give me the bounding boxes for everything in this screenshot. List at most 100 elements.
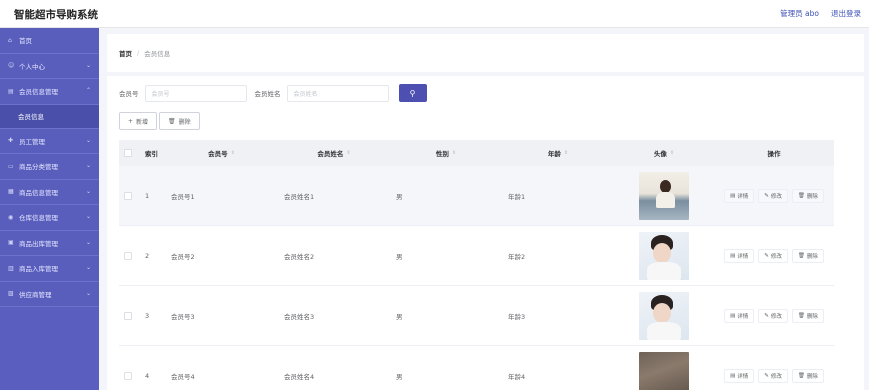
row-checkbox[interactable] [124,191,132,200]
delete-button[interactable]: 🗑 删除 [791,248,824,263]
batch-delete-button[interactable]: 🗑 删除 [159,112,200,130]
delete-button[interactable]: 🗑 删除 [791,308,824,323]
sidebar: ⌂ 首页 ☺ 个人中心 ⌄ ▤ 会员信息管理 ⌃ 会员信息 ✚ 员工管理 ⌄ ▭… [0,28,99,390]
detail-button[interactable]: ▤ 详情 [724,248,755,263]
chevron-down-icon: ⌄ [85,187,91,195]
detail-button-label: 详情 [737,193,749,200]
row-checkbox-cell [119,346,137,390]
sidebar-item-personal-center[interactable]: ☺ 个人中心 ⌄ [0,53,99,79]
main-area: 首页 / 会员信息 会员号 会员号 会员姓名 会员姓名 ⚲ + 新增 🗑 删除 [99,28,869,390]
delete-button[interactable]: 🗑 删除 [791,188,824,203]
sort-icon: ⇕ [451,150,457,156]
plus-icon: + [128,117,134,125]
edit-icon: ✎ [764,192,769,199]
sidebar-item-member-info-management[interactable]: ▤ 会员信息管理 ⌃ [0,79,99,105]
batch-delete-button-label: 删除 [178,118,191,126]
sidebar-item-inbound-management[interactable]: ▥ 商品入库管理 ⌄ [0,256,99,282]
edit-icon: ✎ [764,372,769,379]
header-member-name[interactable]: 会员姓名 ⇕ [278,140,390,166]
member-name-input[interactable]: 会员姓名 [286,84,389,102]
table-header: 索引 会员号 ⇕ 会员姓名 ⇕ 性别 ⇕ 年龄 ⇕ 头像 ⇕ 操作 [119,140,834,166]
avatar-photo-3[interactable] [639,291,689,340]
sort-icon: ⇕ [346,150,351,156]
chevron-down-icon: ⌄ [85,238,91,246]
trash-icon: 🗑 [168,117,176,125]
sidebar-item-label: 首页 [19,37,32,46]
search-button[interactable]: ⚲ [398,84,427,102]
cell-avatar [614,166,714,225]
edit-button[interactable]: ✎ 修改 [758,368,788,383]
top-bar: 智能超市导购系统 管理员 abo 退出登录 [0,0,869,28]
cell-member-no: 会员号2 [171,252,195,261]
cell-gender: 男 [396,192,403,201]
detail-button[interactable]: ▤ 详情 [724,368,755,383]
cell-ops: ▤ 详情 ✎ 修改 🗑 删除 [714,166,834,225]
detail-icon: ▤ [730,312,736,319]
trash-icon: 🗑 [797,312,805,319]
sidebar-item-label: 仓库信息管理 [19,214,58,223]
sidebar-item-home[interactable]: ⌂ 首页 [0,28,99,54]
avatar-head [660,179,671,193]
cell-age: 年龄3 [508,312,526,321]
header-gender-label: 性别 [435,150,449,158]
header-gender[interactable]: 性别 ⇕ [390,140,502,166]
sidebar-item-label: 商品分类管理 [19,163,58,172]
sort-icon: ⇕ [230,150,235,156]
header-member-name-label: 会员姓名 [317,150,344,158]
member-no-input[interactable]: 会员号 [144,84,247,102]
logout-link[interactable]: 退出登录 [831,8,861,19]
edit-button[interactable]: ✎ 修改 [758,188,788,203]
avatar-head [653,302,671,323]
outbound-icon: ▣ [8,239,14,247]
sidebar-item-label: 商品出库管理 [19,239,58,248]
cell-avatar [614,226,714,285]
row-checkbox[interactable] [124,311,132,320]
delete-button-label: 删除 [806,313,818,320]
header-age[interactable]: 年龄 ⇕ [502,140,614,166]
row-checkbox[interactable] [124,371,132,380]
avatar-photo-4[interactable] [639,351,689,390]
breadcrumb-home[interactable]: 首页 [119,48,132,58]
chevron-up-icon: ⌃ [85,87,91,94]
cell-avatar [614,286,714,345]
header-member-no[interactable]: 会员号 ⇕ [165,140,278,166]
add-button[interactable]: + 新增 [119,112,158,130]
breadcrumb-current: 会员信息 [144,50,171,58]
chevron-down-icon: ⌄ [85,136,91,144]
sidebar-item-product-info-management[interactable]: ▦ 商品信息管理 ⌄ [0,179,99,205]
member-name-label: 会员姓名 [254,90,281,98]
select-all-checkbox[interactable] [124,149,132,157]
sidebar-item-supplier-management[interactable]: ▧ 供应商管理 ⌄ [0,281,99,307]
sidebar-item-staff-management[interactable]: ✚ 员工管理 ⌄ [0,128,99,154]
row-checkbox-cell [119,166,137,225]
member-no-label: 会员号 [119,90,139,98]
row-checkbox[interactable] [124,251,132,260]
cell-age: 年龄2 [508,252,526,261]
edit-button-label: 修改 [770,373,782,380]
sidebar-item-label: 供应商管理 [19,290,52,299]
action-toolbar: + 新增 🗑 删除 [119,112,200,130]
detail-icon: ▤ [730,372,736,379]
sort-icon: ⇕ [669,150,675,156]
breadcrumb: 首页 / 会员信息 [107,34,864,72]
delete-button[interactable]: 🗑 删除 [791,368,824,383]
delete-button-label: 删除 [806,253,818,260]
detail-button[interactable]: ▤ 详情 [724,188,755,203]
admin-user-label[interactable]: 管理员 abo [780,8,819,19]
avatar-head [653,242,671,263]
edit-button[interactable]: ✎ 修改 [758,308,788,323]
sidebar-item-category-management[interactable]: ▭ 商品分类管理 ⌄ [0,154,99,180]
search-form: 会员号 会员号 会员姓名 会员姓名 ⚲ [119,84,427,102]
detail-button[interactable]: ▤ 详情 [724,308,755,323]
edit-button[interactable]: ✎ 修改 [758,248,788,263]
avatar-photo-2[interactable] [639,231,689,280]
sidebar-item-outbound-management[interactable]: ▣ 商品出库管理 ⌄ [0,230,99,256]
sidebar-item-label: 商品信息管理 [19,188,58,197]
trash-icon: 🗑 [797,372,805,379]
avatar-photo-1[interactable] [639,171,689,220]
sidebar-item-warehouse-management[interactable]: ◉ 仓库信息管理 ⌄ [0,205,99,231]
cell-member-no: 会员号3 [171,312,195,321]
detail-button-label: 详情 [737,253,749,260]
sidebar-subitem-member-info[interactable]: 会员信息 [0,104,99,129]
header-avatar[interactable]: 头像 ⇕ [614,140,714,166]
